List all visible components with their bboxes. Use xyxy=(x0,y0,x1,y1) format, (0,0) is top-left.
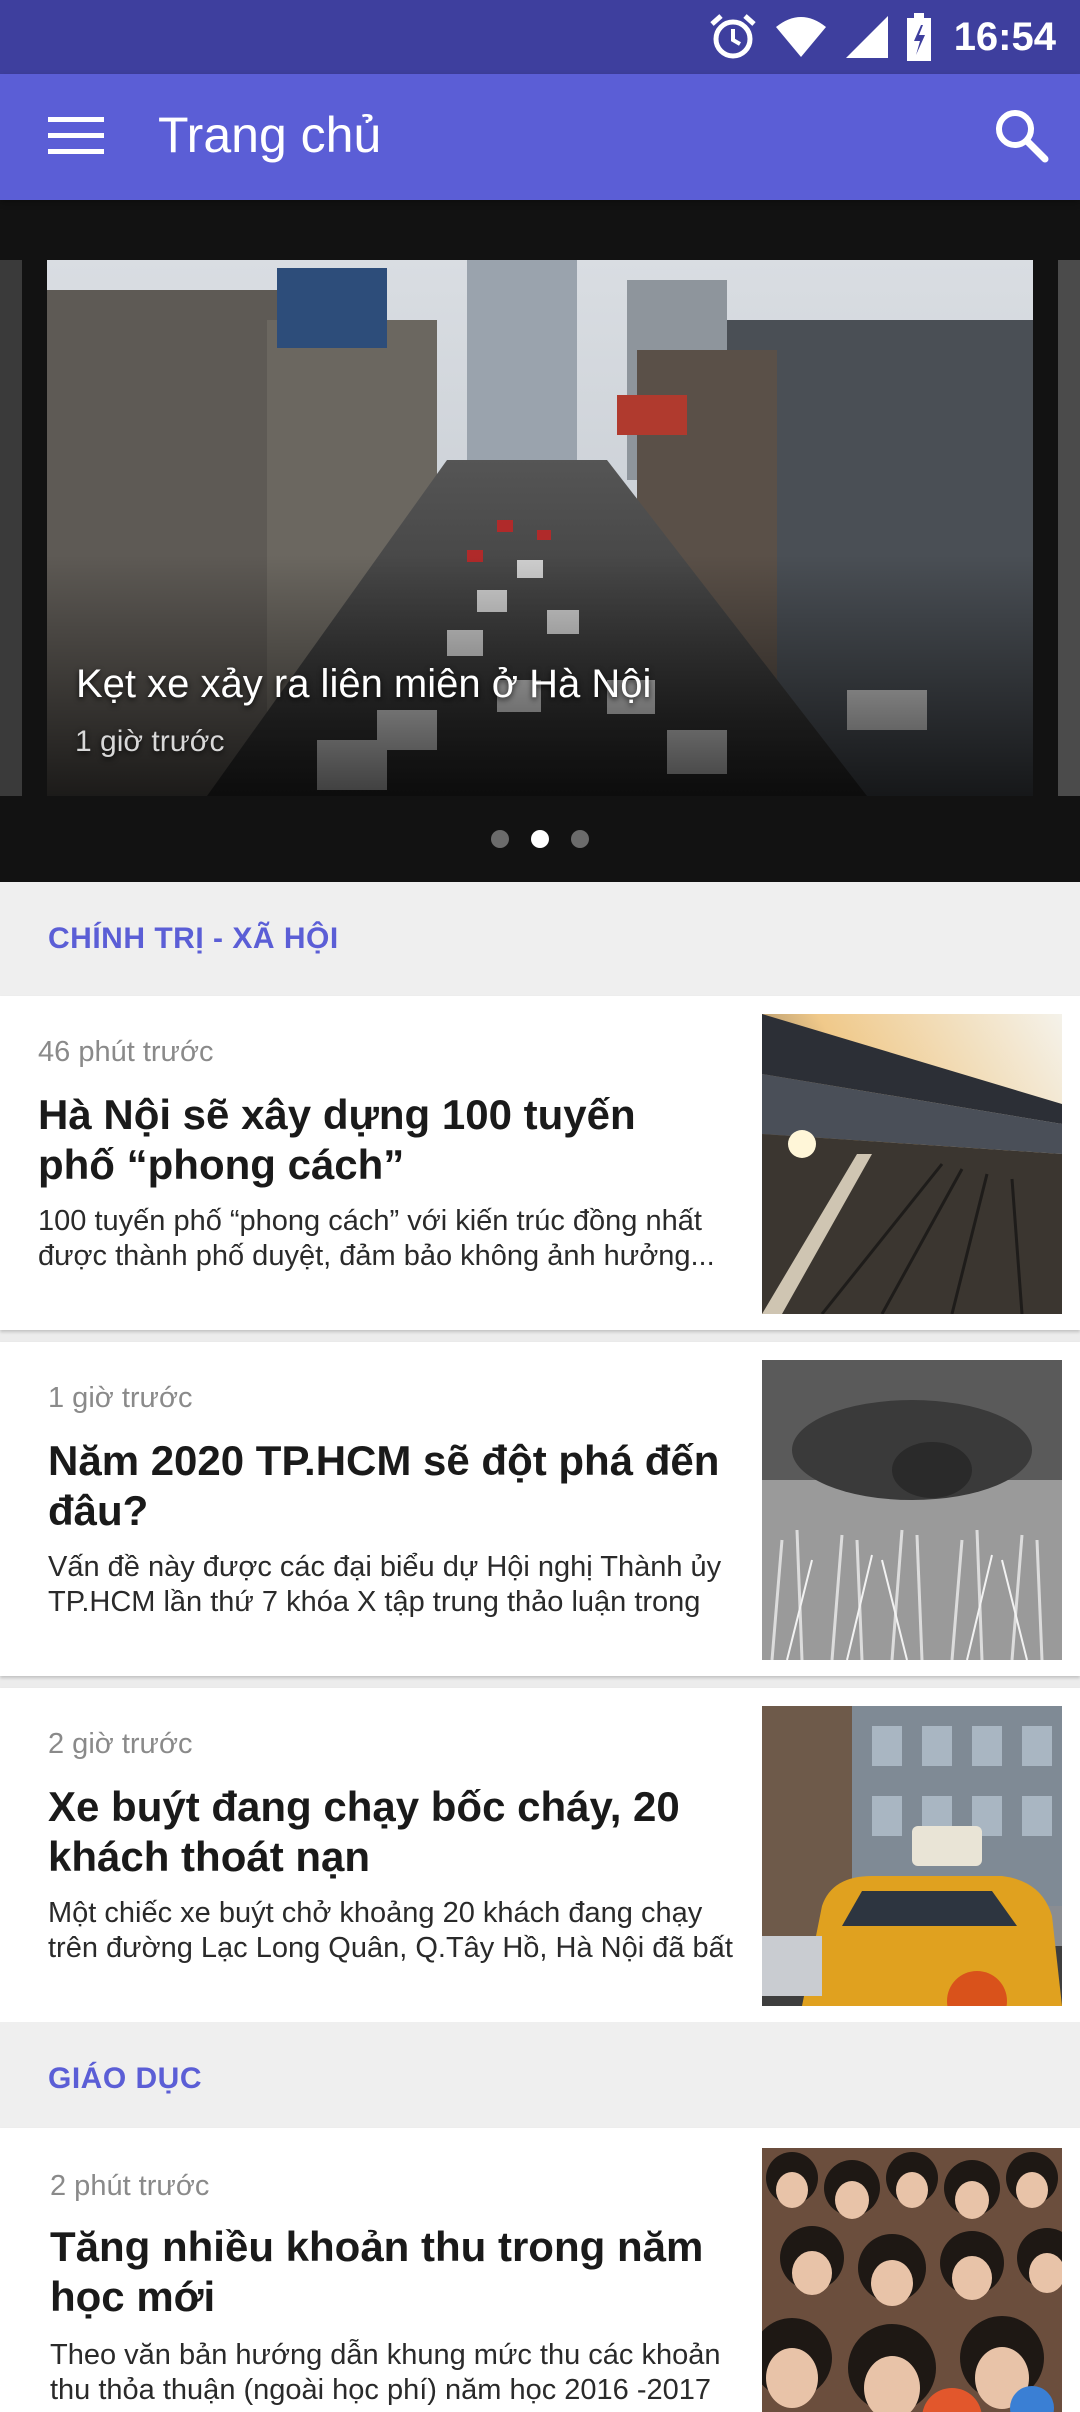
train-platform-photo xyxy=(762,1014,1062,1314)
clock: 16:54 xyxy=(953,14,1056,59)
taxi-photo xyxy=(762,1706,1062,2006)
article-card[interactable]: 2 phút trước Tăng nhiều khoản thu trong … xyxy=(0,2128,1080,2412)
featured-carousel[interactable]: Kẹt xe xảy ra liên miên ở Hà Nội 1 giờ t… xyxy=(0,200,1080,882)
page-dot-1[interactable] xyxy=(491,830,509,848)
traffic-street-photo xyxy=(47,260,1033,796)
article-headline: Tăng nhiều khoản thu trong năm học mới xyxy=(50,2223,704,2320)
app-bar: Trang chủ xyxy=(0,74,1080,200)
page-dot-3[interactable] xyxy=(571,830,589,848)
alarm-icon xyxy=(708,12,758,62)
carousel-indicator xyxy=(0,830,1080,848)
students-crowd-photo xyxy=(762,2148,1062,2412)
page-dot-2[interactable] xyxy=(531,830,549,848)
article-thumbnail xyxy=(762,1014,1062,1314)
article-headline: Năm 2020 TP.HCM sẽ đột phá đến đâu? xyxy=(48,1437,720,1534)
article-timestamp: 1 giờ trước xyxy=(48,1382,193,1414)
search-button[interactable] xyxy=(986,102,1056,172)
article-card[interactable]: 2 giờ trước Xe buýt đang chạy bốc cháy, … xyxy=(0,1688,1080,2022)
slide-title: Kẹt xe xảy ra liên miên ở Hà Nội xyxy=(76,662,652,706)
featured-slide[interactable]: Kẹt xe xảy ra liên miên ở Hà Nội 1 giờ t… xyxy=(47,260,1033,796)
article-card[interactable]: 46 phút trước Hà Nội sẽ xây dựng 100 tuy… xyxy=(0,996,1080,1330)
article-timestamp: 2 giờ trước xyxy=(48,1728,193,1760)
grass-photo xyxy=(762,1360,1062,1660)
article-timestamp: 46 phút trước xyxy=(38,1036,214,1068)
section-title: CHÍNH TRỊ - XÃ HỘI xyxy=(48,922,339,955)
article-thumbnail xyxy=(762,2148,1062,2412)
article-card[interactable]: 1 giờ trước Năm 2020 TP.HCM sẽ đột phá đ… xyxy=(0,1342,1080,1676)
article-summary: Một chiếc xe buýt chở khoảng 20 khách đa… xyxy=(48,1897,733,1964)
article-thumbnail xyxy=(762,1706,1062,2006)
battery-icon xyxy=(906,13,932,61)
menu-button[interactable] xyxy=(30,104,122,170)
article-thumbnail xyxy=(762,1360,1062,1660)
previous-slide-peek[interactable] xyxy=(0,260,22,796)
article-summary: 100 tuyến phố “phong cách” với kiến trúc… xyxy=(38,1205,715,1272)
article-summary: Theo văn bản hướng dẫn khung mức thu các… xyxy=(50,2339,721,2406)
menu-icon xyxy=(48,115,104,160)
article-summary: Vấn đề này được các đại biểu dự Hội nghị… xyxy=(48,1551,722,1618)
article-timestamp: 2 phút trước xyxy=(50,2170,210,2202)
section-title: GIÁO DỤC xyxy=(48,2062,202,2095)
status-bar: 16:54 xyxy=(0,0,1080,74)
page-title: Trang chủ xyxy=(158,107,382,163)
wifi-icon xyxy=(774,15,828,59)
search-icon xyxy=(993,107,1049,168)
section-header-giao-duc[interactable]: GIÁO DỤC xyxy=(0,2022,1080,2136)
article-headline: Hà Nội sẽ xây dựng 100 tuyến phố “phong … xyxy=(38,1091,636,1188)
signal-icon xyxy=(844,14,890,60)
article-headline: Xe buýt đang chạy bốc cháy, 20 khách tho… xyxy=(48,1783,680,1880)
slide-timestamp: 1 giờ trước xyxy=(75,725,225,758)
next-slide-peek[interactable] xyxy=(1058,260,1080,796)
section-header-chinh-tri-xa-hoi[interactable]: CHÍNH TRỊ - XÃ HỘI xyxy=(0,882,1080,996)
